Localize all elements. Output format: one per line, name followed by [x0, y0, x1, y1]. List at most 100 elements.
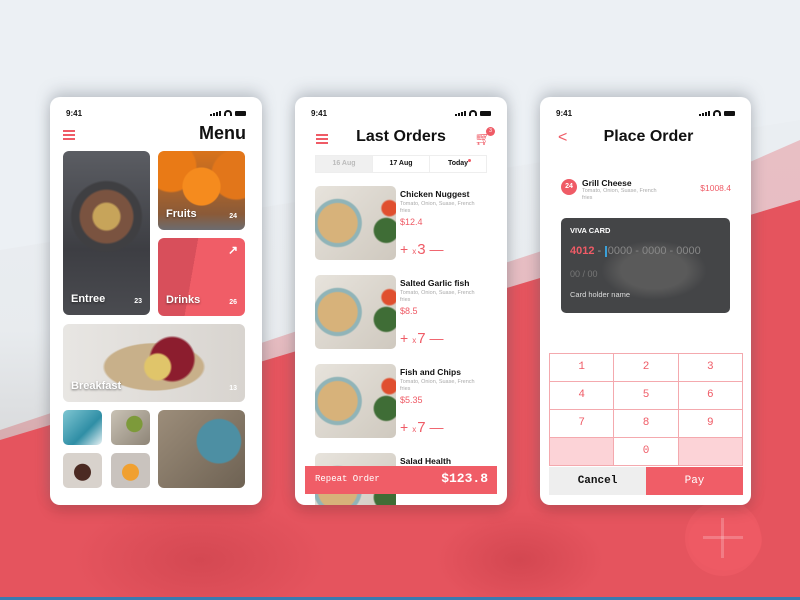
- cart-badge: 3: [486, 127, 495, 136]
- key-9[interactable]: 9: [678, 410, 743, 438]
- order-price: $12.4: [400, 217, 423, 227]
- category-label: Fruits: [166, 208, 197, 220]
- wifi-icon: [713, 110, 721, 116]
- category-count: 26: [229, 299, 237, 306]
- status-bar: 9:41: [556, 109, 735, 119]
- quantity-stepper: + x7 —: [400, 330, 444, 347]
- food-image: [315, 275, 396, 349]
- cancel-button[interactable]: Cancel: [549, 467, 646, 495]
- menu-screen: 9:41 Menu Entree 23 Fruits 24 ↗ Drinks 2…: [50, 97, 262, 505]
- food-thumbnail[interactable]: [111, 453, 150, 488]
- key-3[interactable]: 3: [678, 354, 743, 382]
- battery-icon: [724, 111, 735, 116]
- key-blank: [550, 438, 615, 466]
- increase-button[interactable]: +: [400, 330, 408, 346]
- category-count: 13: [229, 385, 237, 392]
- key-8[interactable]: 8: [614, 410, 679, 438]
- order-name: Grill Cheese: [582, 178, 632, 188]
- add-fab-button[interactable]: [685, 500, 761, 576]
- status-bar: 9:41: [311, 109, 491, 119]
- card-number-separator: -: [594, 245, 605, 257]
- category-entree[interactable]: Entree 23: [63, 151, 150, 315]
- category-label: Entree: [71, 293, 106, 305]
- tab-date[interactable]: 16 Aug: [316, 156, 373, 172]
- order-item[interactable]: Chicken Nuggest Tomato, Onion, Suase, Fr…: [315, 186, 497, 264]
- card-brand: VIVA CARD: [570, 226, 611, 235]
- status-time: 9:41: [556, 109, 573, 118]
- tab-date[interactable]: 17 Aug: [373, 156, 430, 172]
- status-time: 9:41: [66, 109, 83, 118]
- wifi-icon: [469, 110, 477, 116]
- page-title: Place Order: [603, 128, 694, 145]
- order-name: Fish and Chips: [400, 367, 461, 377]
- key-4[interactable]: 4: [550, 382, 615, 410]
- key-blank: [678, 438, 743, 466]
- wifi-icon: [224, 110, 232, 116]
- qty-prefix: x: [412, 425, 417, 434]
- key-2[interactable]: 2: [614, 354, 679, 382]
- signal-icon: [455, 111, 466, 116]
- order-item[interactable]: Salted Garlic fish Tomato, Onion, Suase,…: [315, 275, 497, 353]
- tab-today[interactable]: Today: [430, 156, 486, 172]
- numeric-keypad: 1 2 3 4 5 6 7 8 9 0: [549, 353, 743, 466]
- card-number-field[interactable]: 4012 - 0000 - 0000 - 0000: [570, 245, 701, 257]
- food-thumbnail[interactable]: [111, 410, 150, 445]
- food-thumbnail[interactable]: [63, 453, 102, 488]
- order-item[interactable]: Fish and Chips Tomato, Onion, Suase, Fre…: [315, 364, 497, 442]
- food-thumbnail-large[interactable]: [158, 410, 245, 488]
- food-thumbnail[interactable]: [63, 410, 102, 445]
- increase-button[interactable]: +: [400, 241, 408, 257]
- order-description: Tomato, Onion, Suase, French fries: [400, 290, 475, 303]
- qty-prefix: x: [412, 247, 417, 256]
- card-number-placeholder: 0000 - 0000 - 0000: [607, 245, 701, 257]
- order-description: Tomato, Onion, Suase, French fries: [400, 379, 475, 392]
- status-bar: 9:41: [66, 109, 246, 119]
- cardholder-name-field[interactable]: Card holder name: [570, 290, 630, 299]
- notification-dot: [468, 159, 471, 162]
- cart-button[interactable]: 🛒︎ 3: [474, 127, 495, 147]
- category-label: Breakfast: [71, 380, 122, 392]
- order-description: Tomato, Onion, Suase, French fries: [400, 201, 475, 214]
- qty-value: 3: [417, 241, 426, 258]
- text-cursor: [605, 245, 607, 257]
- order-name: Chicken Nuggest: [400, 189, 470, 199]
- category-fruits[interactable]: Fruits 24: [158, 151, 245, 230]
- key-1[interactable]: 1: [550, 354, 615, 382]
- order-total: $123.8: [441, 471, 488, 486]
- battery-icon: [235, 111, 246, 116]
- key-5[interactable]: 5: [614, 382, 679, 410]
- signal-icon: [210, 111, 221, 116]
- category-label: Drinks: [166, 294, 201, 306]
- qty-prefix: x: [412, 336, 417, 345]
- place-order-screen: 9:41 < Place Order 24 Grill Cheese Tomat…: [540, 97, 751, 505]
- tab-label: Today: [447, 160, 469, 167]
- increase-button[interactable]: +: [400, 419, 408, 435]
- expiry-field[interactable]: 00 / 00: [570, 269, 598, 279]
- qty-value: 7: [417, 419, 426, 436]
- battery-icon: [480, 111, 491, 116]
- order-name: Salad Health: [400, 456, 452, 466]
- quantity-stepper: + x7 —: [400, 419, 444, 436]
- arrow-up-right-icon: ↗: [227, 243, 238, 257]
- decrease-button[interactable]: —: [430, 330, 444, 346]
- key-7[interactable]: 7: [550, 410, 615, 438]
- category-breakfast[interactable]: Breakfast 13: [63, 324, 245, 402]
- decrease-button[interactable]: —: [430, 419, 444, 435]
- last-orders-screen: 9:41 Last Orders 🛒︎ 3 16 Aug 17 Aug Toda…: [295, 97, 507, 505]
- order-description: Tomato, Onion, Suase, French fries: [582, 188, 657, 201]
- status-time: 9:41: [311, 109, 328, 118]
- key-6[interactable]: 6: [678, 382, 743, 410]
- decrease-button[interactable]: —: [430, 241, 444, 257]
- order-price: $5.35: [400, 395, 423, 405]
- key-0[interactable]: 0: [614, 438, 679, 466]
- hamburger-menu-icon[interactable]: [63, 130, 75, 140]
- pay-button[interactable]: Pay: [646, 467, 743, 495]
- payment-actions: Cancel Pay: [549, 467, 743, 495]
- repeat-order-label: Repeat Order: [315, 474, 380, 484]
- order-price: $8.5: [400, 306, 418, 316]
- repeat-order-button[interactable]: Repeat Order $123.8: [305, 466, 497, 494]
- category-count: 24: [229, 213, 237, 220]
- food-image: [315, 364, 396, 438]
- category-drinks[interactable]: ↗ Drinks 26: [158, 238, 245, 316]
- payment-card: VIVA CARD 4012 - 0000 - 0000 - 0000 00 /…: [561, 218, 730, 313]
